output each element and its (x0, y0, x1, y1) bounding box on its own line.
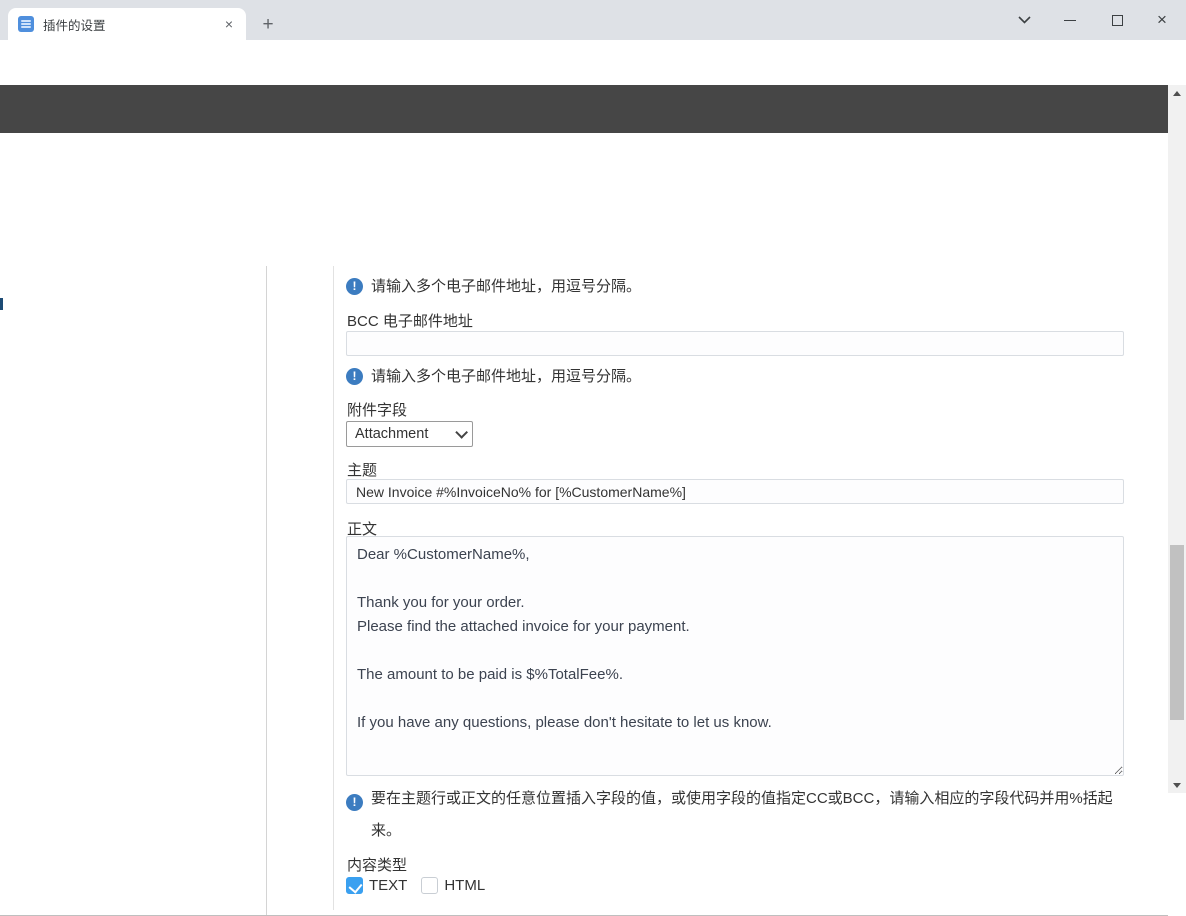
kintone-header: 21 ★ ? (0, 85, 1168, 218)
html-checkbox-label: HTML (444, 877, 486, 894)
content-type-options: TEXT HTML (346, 877, 499, 894)
attachment-select-value: Attachment (355, 426, 429, 442)
info-icon: ! (346, 278, 363, 295)
info-icon: ! (346, 794, 363, 811)
scrollbar-thumb[interactable] (1170, 545, 1184, 720)
chevron-down-icon (455, 425, 468, 439)
tab-close-icon[interactable]: × (220, 15, 238, 33)
attachment-field-label: 附件字段 (347, 402, 408, 419)
html-checkbox[interactable] (421, 877, 439, 894)
info-message-field-code: ! 要在主题行或正文的任意位置插入字段的值，或使用字段的值指定CC或BCC，请输… (346, 790, 1124, 847)
browser-toolbar: pandafirm.cybozu.com/k/admin/app/1816/pl… (0, 40, 1186, 119)
browser-titlebar: 插件的设置 × + × (0, 0, 1186, 40)
new-tab-button[interactable]: + (258, 15, 278, 36)
tab-search-chevron-icon[interactable] (1010, 8, 1038, 32)
info-message-bcc-top: ! 请输入多个电子邮件地址，用逗号分隔。 (346, 278, 1124, 295)
browser-window: 插件的设置 × + × pandafirm.cybozu.com (0, 0, 1186, 916)
content-left-border (333, 266, 334, 910)
info-message-bcc-bottom: ! 请输入多个电子邮件地址，用逗号分隔。 (346, 368, 1124, 385)
info-icon: ! (346, 368, 363, 385)
window-close-button[interactable]: × (1148, 8, 1176, 32)
sidebar-focus-marker (0, 298, 3, 310)
text-checkbox[interactable] (346, 877, 363, 894)
window-maximize-button[interactable] (1103, 8, 1131, 32)
body-textarea[interactable]: Dear %CustomerName%, Thank you for your … (346, 536, 1124, 776)
subject-label: 主题 (347, 462, 378, 479)
subject-input[interactable] (346, 479, 1124, 504)
bcc-input[interactable] (346, 331, 1124, 356)
browser-tab[interactable]: 插件的设置 × (8, 8, 246, 40)
text-checkbox-label: TEXT (369, 877, 408, 894)
tab-title: 插件的设置 (43, 18, 106, 33)
window-minimize-button[interactable] (1056, 8, 1084, 32)
attachment-field-select[interactable]: Attachment (346, 421, 473, 447)
plugin-config-page: ! 请输入多个电子邮件地址，用逗号分隔。 BCC 电子邮件地址 ! 请输入多个电… (0, 133, 1168, 916)
content-type-label: 内容类型 (347, 857, 408, 874)
sidebar-divider (266, 266, 267, 915)
scrollbar-up-arrow[interactable] (1168, 85, 1186, 101)
bcc-label: BCC 电子邮件地址 (347, 313, 473, 330)
tab-favicon-icon (18, 16, 34, 32)
scrollbar-down-arrow[interactable] (1168, 777, 1186, 793)
